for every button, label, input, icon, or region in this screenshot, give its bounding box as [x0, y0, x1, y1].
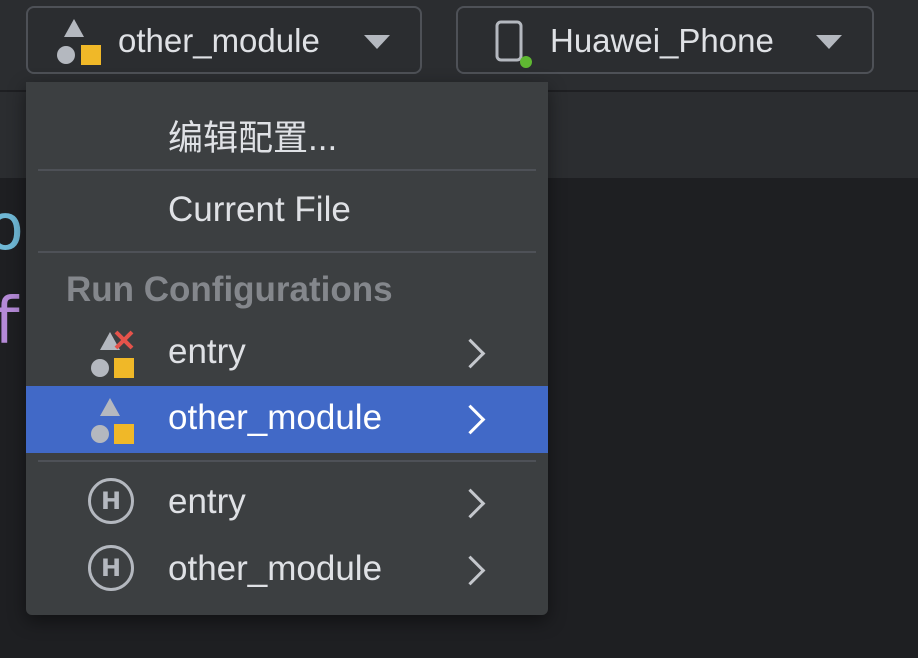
chevron-right-icon: [455, 404, 486, 435]
chevron-down-icon: [816, 35, 842, 49]
separator: [38, 169, 536, 171]
module-icon: [57, 19, 101, 65]
run-config-dropdown[interactable]: other_module: [26, 6, 422, 74]
menu-item-other-module[interactable]: other_module: [26, 386, 548, 453]
chevron-right-icon: [455, 338, 486, 369]
menu-item-label: entry: [168, 332, 246, 371]
separator: [38, 251, 536, 253]
menu-item-entry-h[interactable]: H entry: [26, 468, 548, 534]
module-error-icon: [91, 330, 134, 378]
menu-item-label: entry: [168, 482, 246, 521]
h-icon: H: [88, 478, 134, 524]
current-file-item[interactable]: Current File: [168, 190, 351, 230]
run-config-popup: 编辑配置... Current File Run Configurations …: [26, 82, 548, 615]
chevron-right-icon: [455, 555, 486, 586]
h-icon: H: [88, 545, 134, 591]
code-text: o: [0, 191, 25, 265]
code-text: f: [0, 285, 25, 359]
toolbar: other_module Huawei_Phone: [0, 0, 918, 92]
menu-item-other-module-h[interactable]: H other_module: [26, 535, 548, 601]
menu-item-label: other_module: [168, 398, 383, 437]
module-icon: [91, 398, 134, 444]
menu-item-entry[interactable]: entry: [26, 320, 548, 386]
chevron-right-icon: [455, 488, 486, 519]
phone-icon: [495, 20, 532, 68]
separator: [38, 460, 536, 462]
chevron-down-icon: [364, 35, 390, 49]
section-header: Run Configurations: [66, 270, 393, 309]
menu-item-label: other_module: [168, 549, 383, 588]
device-label: Huawei_Phone: [550, 22, 774, 59]
run-config-label: other_module: [118, 22, 320, 59]
device-dropdown[interactable]: Huawei_Phone: [456, 6, 874, 74]
edit-configurations-item[interactable]: 编辑配置...: [168, 110, 337, 161]
